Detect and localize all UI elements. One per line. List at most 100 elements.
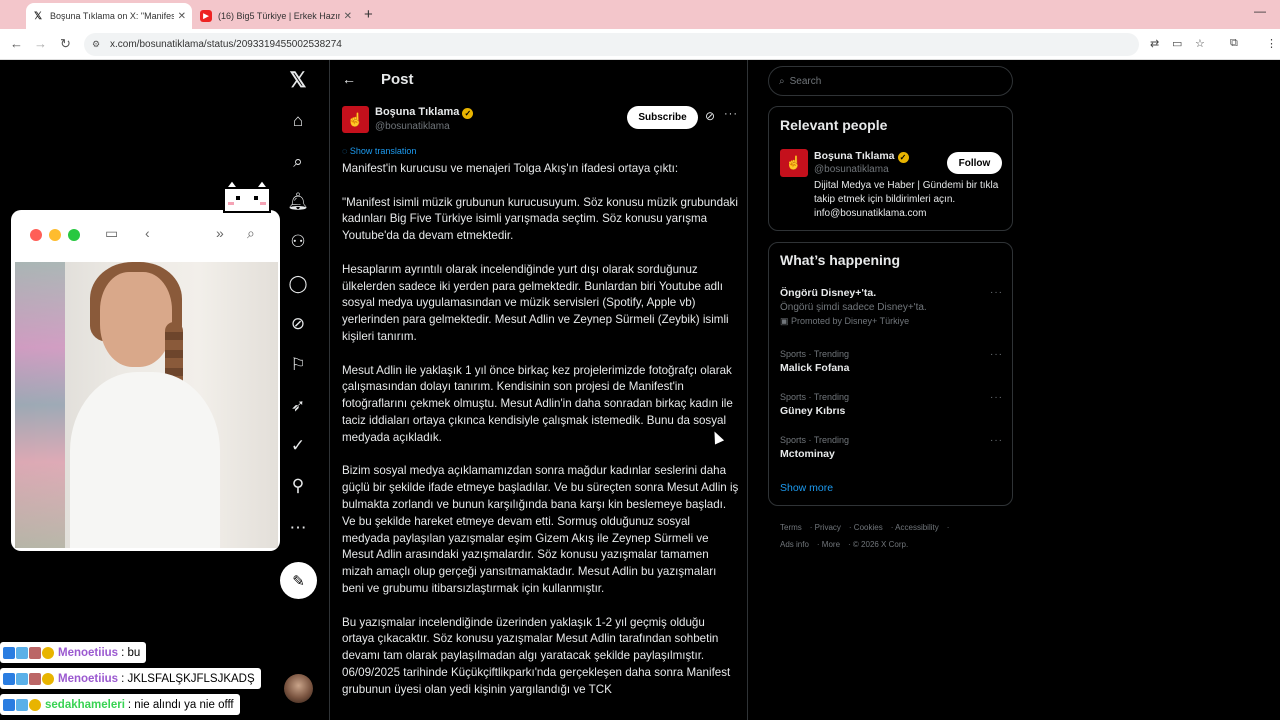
streamer-body-image — [70, 372, 220, 548]
chat-badges — [3, 698, 41, 711]
badge-icon — [3, 698, 15, 711]
show-translation-text: Show translation — [349, 146, 417, 156]
bookmark-star-icon[interactable]: ☆ — [1195, 37, 1205, 50]
reload-icon[interactable]: ↻ — [60, 36, 71, 52]
youtube-favicon-icon: ▶ — [200, 10, 212, 22]
show-translation-link[interactable]: ◌ Show translation — [342, 146, 416, 156]
tab-youtube[interactable]: ▶ (16) Big5 Türkiye | Erkek Hazırlık ✕ — [194, 3, 358, 29]
trend-more-icon[interactable]: ··· — [990, 287, 1003, 298]
chat-username[interactable]: Menoetiius — [58, 673, 118, 685]
badge-icon — [42, 646, 54, 659]
back-arrow-icon[interactable]: ← — [342, 71, 356, 87]
verified-badge-icon: ✓ — [897, 152, 909, 163]
verified-orgs-icon[interactable]: ✓ — [278, 436, 318, 456]
promoted-icon: ▣ — [780, 316, 792, 326]
post-paragraph: Manifest'in kurucusu ve menajeri Tolga A… — [342, 162, 679, 175]
badge-icon — [29, 646, 41, 659]
search-icon[interactable]: ⌕ — [278, 152, 318, 172]
webcam-video — [15, 262, 278, 548]
show-more-link[interactable]: Show more — [780, 482, 833, 494]
chat-message: Menoetiius : bu — [0, 642, 147, 663]
back-arrow-icon[interactable]: ← — [10, 36, 23, 51]
account-avatar[interactable] — [284, 674, 313, 703]
x-logo-icon[interactable]: 𝕏 — [278, 68, 318, 93]
messages-icon[interactable]: ◯ — [278, 274, 318, 294]
new-tab-button[interactable]: + — [364, 6, 373, 23]
search-box[interactable]: ⌕ Search — [768, 66, 1013, 96]
profile-icon[interactable]: ⚲ — [278, 476, 318, 496]
forward-arrow-icon[interactable]: → — [34, 36, 47, 51]
footer-link[interactable]: More — [822, 540, 840, 549]
author-handle[interactable]: @bosunatiklama — [375, 121, 450, 132]
tab-title: (16) Big5 Türkiye | Erkek Hazırlık — [218, 11, 340, 21]
person-name[interactable]: Boşuna Tıklama ✓ — [814, 150, 909, 163]
x-favicon-icon: 𝕏 — [33, 10, 43, 22]
footer-link[interactable]: Privacy — [815, 523, 841, 532]
trend-item[interactable]: Sports · Trending Malick Fofana ··· — [780, 349, 1005, 374]
more-options-icon[interactable]: ··· — [724, 108, 738, 120]
search-icon: ⌕ — [779, 75, 785, 87]
close-tab-icon[interactable]: ✕ — [344, 11, 352, 22]
more-options-icon[interactable]: ⋯ — [278, 518, 318, 538]
chat-username[interactable]: sedakhameleri — [45, 699, 125, 711]
author-name[interactable]: Boşuna Tıklama ✓ — [375, 106, 474, 119]
back-chevron-icon: ‹ — [145, 225, 150, 241]
menu-icon[interactable]: ⋮ — [1266, 37, 1277, 50]
author-avatar[interactable]: ☝ — [342, 106, 369, 133]
person-bio: Dijital Medya ve Haber | Gündemi bir tık… — [814, 180, 999, 219]
follow-button[interactable]: Follow — [947, 152, 1002, 174]
subscribe-button[interactable]: Subscribe — [627, 106, 698, 129]
bookmarks-icon[interactable]: ⚐ — [278, 355, 318, 375]
copyright: © 2026 X Corp. — [852, 540, 909, 549]
badge-icon — [29, 698, 41, 711]
post-paragraph: Mesut Adlin ile yaklaşık 1 yıl önce birk… — [342, 363, 733, 444]
grok-icon[interactable]: ⊘ — [278, 314, 318, 334]
person-handle[interactable]: @bosunatiklama — [814, 164, 889, 175]
close-tab-icon[interactable]: ✕ — [178, 11, 186, 22]
cast-icon[interactable]: ▭ — [1172, 37, 1182, 50]
translate-icon[interactable]: ⇄ — [1150, 37, 1159, 50]
notifications-bell-icon[interactable]: 🔔︎ — [278, 192, 318, 212]
compose-post-button[interactable]: ✎ — [280, 562, 317, 599]
trend-name: Mctominay — [780, 448, 835, 460]
url-text: x.com/bosunatiklama/status/2093319455002… — [110, 39, 342, 50]
trend-more-icon[interactable]: ··· — [990, 435, 1003, 446]
extensions-icon[interactable]: ⧉ — [1230, 37, 1238, 50]
promoted-label: ▣ Promoted by Disney+ Türkiye — [780, 316, 1005, 327]
chat-text: : nie alındı ya nie offf — [127, 698, 234, 711]
follow-icon[interactable]: ⚇ — [278, 232, 318, 252]
webcam-overlay: ▭ ‹ » ⌕ — [11, 210, 280, 551]
page-title: Post — [381, 71, 414, 88]
search-placeholder: Search — [789, 75, 822, 87]
trend-item[interactable]: Sports · Trending Güney Kıbrıs ··· — [780, 392, 1005, 417]
badge-icon — [16, 698, 28, 711]
address-bar[interactable]: ⚙ x.com/bosunatiklama/status/20933194550… — [84, 33, 1139, 56]
trend-meta: Sports · Trending — [780, 435, 850, 445]
home-icon[interactable]: ⌂ — [278, 111, 318, 131]
badge-icon — [3, 672, 15, 685]
chat-username[interactable]: Menoetiius — [58, 647, 118, 659]
footer-link[interactable]: Terms — [780, 523, 802, 532]
badge-icon — [3, 646, 15, 659]
trend-more-icon[interactable]: ··· — [990, 349, 1003, 360]
site-info-icon[interactable]: ⚙ — [92, 39, 104, 51]
trend-item[interactable]: Sports · Trending Mctominay ··· — [780, 435, 1005, 460]
grok-explain-icon[interactable]: ⊘ — [705, 109, 715, 123]
trend-item[interactable]: Öngörü Disney+'ta. Öngörü şimdi sadece D… — [780, 287, 1005, 327]
panel-title: Relevant people — [780, 117, 888, 133]
badge-icon — [42, 672, 54, 685]
person-avatar[interactable]: ☝ — [780, 149, 808, 177]
trend-more-icon[interactable]: ··· — [990, 392, 1003, 403]
translate-icon: ◌ — [342, 146, 350, 156]
tab-x-post[interactable]: 𝕏 Boşuna Tıklama on X: "Manifest ✕ — [26, 3, 192, 29]
footer-link[interactable]: Ads info — [780, 540, 809, 549]
badge-icon — [16, 672, 28, 685]
premium-icon[interactable]: ➶ — [278, 396, 318, 416]
post-paragraph: Hesaplarım ayrıntılı olarak incelendiğin… — [342, 262, 729, 343]
minimize-window-button[interactable]: — — [1254, 4, 1266, 18]
forward-double-chevron-icon: » — [216, 225, 224, 241]
promoted-text: Promoted by Disney+ Türkiye — [791, 316, 910, 326]
footer-link[interactable]: Accessibility — [895, 523, 939, 532]
footer-link[interactable]: Cookies — [854, 523, 883, 532]
maximize-dot-icon — [68, 229, 80, 241]
